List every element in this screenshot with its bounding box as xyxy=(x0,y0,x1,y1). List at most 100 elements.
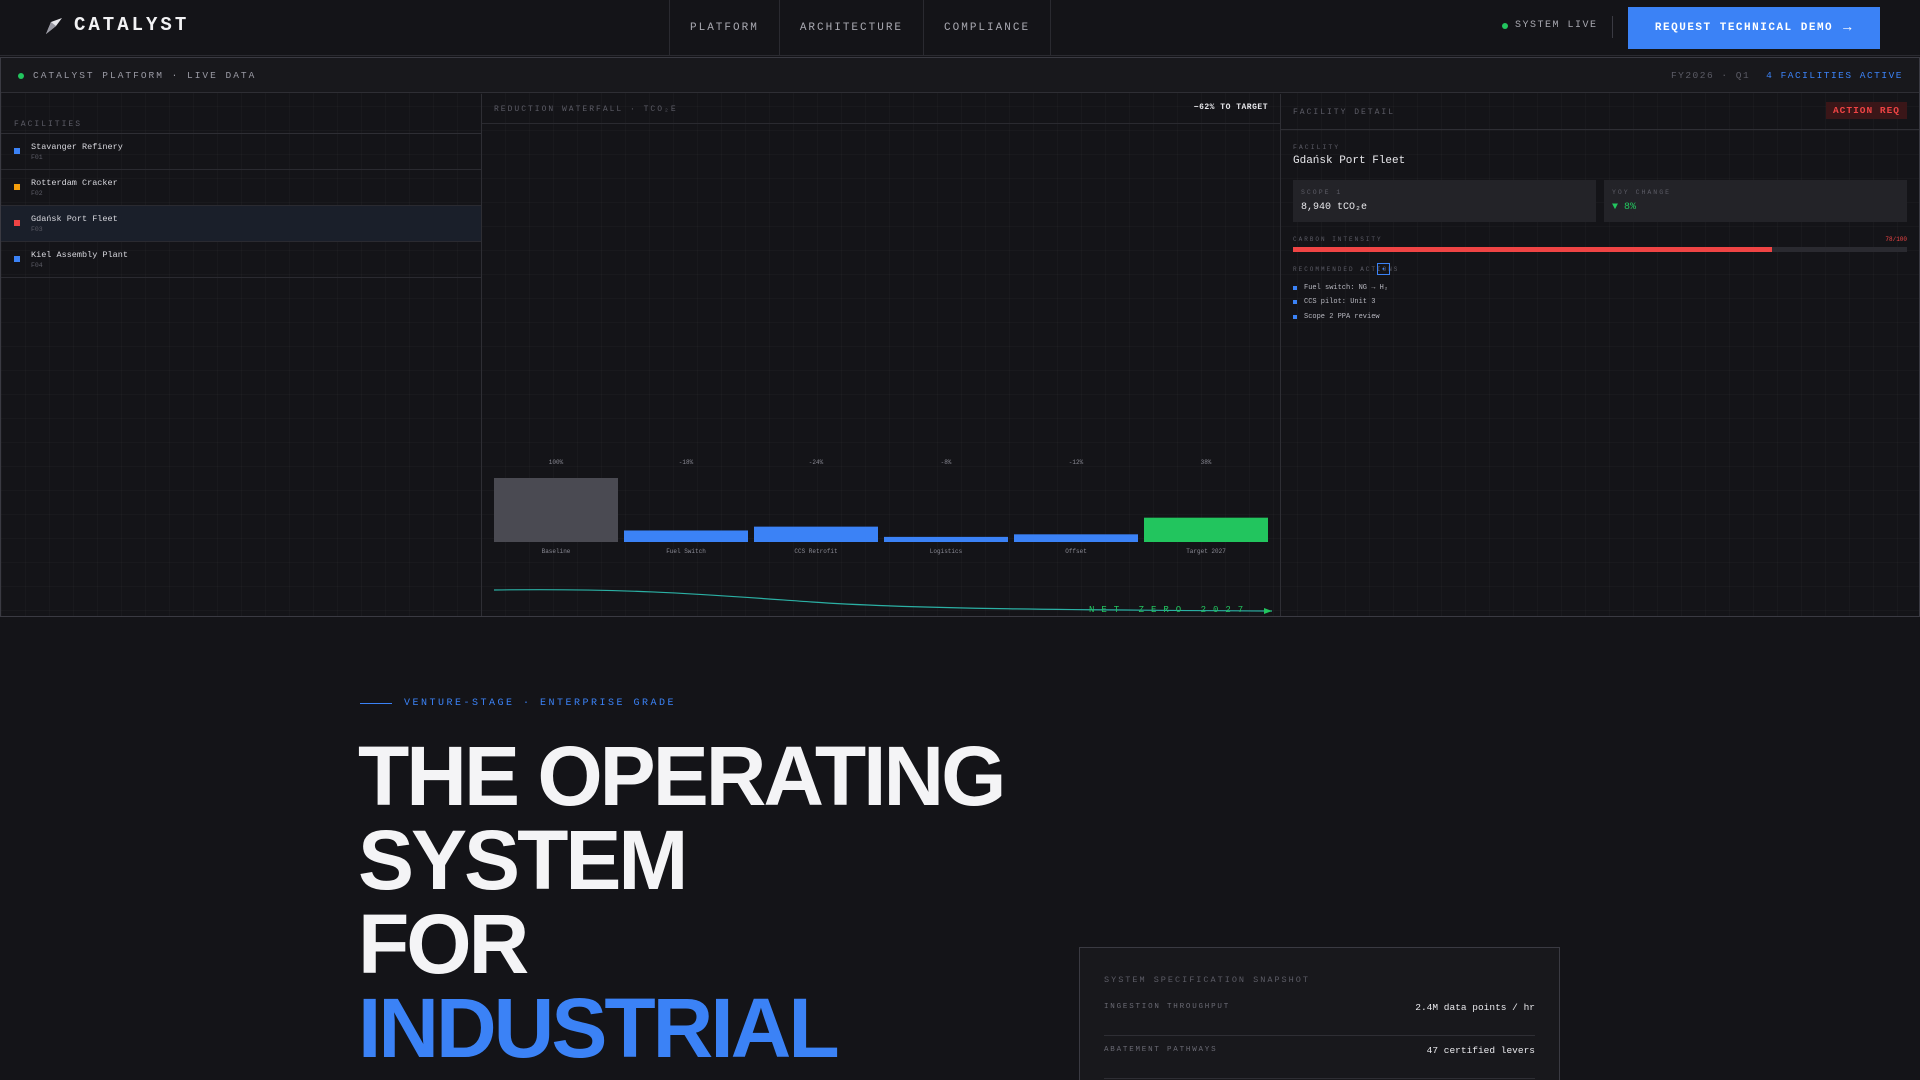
bar-value-label: -24% xyxy=(809,459,824,466)
carbon-intensity-fill xyxy=(1293,247,1772,252)
carbon-intensity-value: 78/100 xyxy=(1885,236,1907,243)
action-item-text: Scope 2 PPA review xyxy=(1304,313,1380,321)
facility-name: Rotterdam Cracker xyxy=(31,178,118,188)
main-nav: PLATFORM ARCHITECTURE COMPLIANCE xyxy=(669,0,1052,55)
target-tag: −62% TO TARGET xyxy=(1193,103,1268,112)
arrow-right-icon: → xyxy=(1843,20,1854,36)
catalyst-logo-icon xyxy=(46,18,62,34)
facility-detail-panel: FACILITY DETAIL ACTION REQ FACILITY Gdań… xyxy=(1281,94,1919,616)
waterfall-header: REDUCTION WATERFALL · TCO₂E −62% TO TARG… xyxy=(482,94,1280,124)
facility-field-label: FACILITY xyxy=(1293,144,1341,151)
facilities-header: FACILITIES xyxy=(1,94,481,134)
request-demo-label: REQUEST TECHNICAL DEMO xyxy=(1654,22,1834,34)
eyebrow-text: VENTURE-STAGE · ENTERPRISE GRADE xyxy=(404,698,677,709)
waterfall-bar[interactable] xyxy=(884,536,1008,542)
scope-1-label: SCOPE 1 xyxy=(1301,189,1343,196)
waterfall-bar[interactable] xyxy=(624,530,748,542)
brand[interactable]: CATALYST xyxy=(42,14,189,36)
waterfall-panel: REDUCTION WATERFALL · TCO₂E −62% TO TARG… xyxy=(482,94,1281,616)
facility-name: Kiel Assembly Plant xyxy=(31,250,128,260)
facility-code: F02 xyxy=(31,190,43,197)
bullet-icon xyxy=(1293,315,1297,319)
action-item[interactable]: CCS pilot: Unit 3 xyxy=(1293,298,1375,306)
facility-color-marker xyxy=(14,256,20,262)
facilities-label: FACILITIES xyxy=(14,120,83,129)
facility-code: F03 xyxy=(31,226,43,233)
brand-name: CATALYST xyxy=(74,14,190,36)
spec-card-title: SYSTEM SPECIFICATION SNAPSHOT xyxy=(1104,975,1310,985)
dashboard-title-text: CATALYST PLATFORM · LIVE DATA xyxy=(33,70,257,81)
spec-value: 47 certified levers xyxy=(1426,1045,1535,1056)
yoy-change-value: ▼ 8% xyxy=(1612,202,1637,213)
waterfall-bar[interactable] xyxy=(1014,534,1138,542)
action-item[interactable]: Fuel switch: NG → H₂ xyxy=(1293,284,1388,292)
facilities-panel: FACILITIES Stavanger Refinery F01 Rotter… xyxy=(1,94,482,616)
bar-value-label: 38% xyxy=(1201,459,1212,466)
bar-category-label: Target 2027 xyxy=(1186,548,1226,555)
hero-eyebrow: VENTURE-STAGE · ENTERPRISE GRADE xyxy=(360,698,676,709)
carbon-intensity-label: CARBON INTENSITY xyxy=(1293,236,1383,243)
bar-category-label: Logistics xyxy=(930,548,963,555)
waterfall-bar[interactable] xyxy=(754,526,878,542)
scope-1-stat: SCOPE 1 8,940 tCO₂e xyxy=(1293,180,1596,222)
scope-1-value: 8,940 tCO₂e xyxy=(1301,202,1368,213)
selected-facility-name: Gdańsk Port Fleet xyxy=(1293,155,1406,167)
facility-row[interactable]: Kiel Assembly Plant F04 xyxy=(1,242,481,278)
spec-row: INGESTION THROUGHPUT 2.4M data points / … xyxy=(1104,993,1535,1036)
nav-link-platform[interactable]: PLATFORM xyxy=(669,0,779,55)
dashboard-header: CATALYST PLATFORM · LIVE DATA FY2026 · Q… xyxy=(1,58,1919,93)
spec-row: ABATEMENT PATHWAYS 47 certified levers xyxy=(1104,1036,1535,1079)
facility-row[interactable]: Rotterdam Cracker F02 xyxy=(1,170,481,206)
action-item-text: CCS pilot: Unit 3 xyxy=(1304,298,1376,306)
carbon-intensity-bar xyxy=(1293,247,1907,252)
bar-value-label: -18% xyxy=(679,459,694,466)
headline-line-2: SYSTEM xyxy=(358,813,688,907)
expand-icon[interactable]: ▪ xyxy=(1377,263,1390,275)
bar-category-label: Fuel Switch xyxy=(666,548,706,555)
facility-color-marker xyxy=(14,148,20,154)
fiscal-period: FY2026 · Q1 xyxy=(1670,70,1751,81)
active-facilities-count: 4 FACILITIES ACTIVE xyxy=(1766,70,1903,81)
spec-key: ABATEMENT PATHWAYS xyxy=(1104,1046,1218,1054)
nav-link-architecture[interactable]: ARCHITECTURE xyxy=(778,0,923,55)
spec-snapshot-card: SYSTEM SPECIFICATION SNAPSHOT INGESTION … xyxy=(1079,947,1560,1080)
bullet-icon xyxy=(1293,286,1297,290)
facility-name: Gdańsk Port Fleet xyxy=(31,214,118,224)
waterfall-bar[interactable] xyxy=(1144,517,1268,542)
live-dot-icon xyxy=(1502,22,1508,29)
trajectory-arrow-icon xyxy=(1264,608,1272,614)
bar-value-label: 100% xyxy=(549,459,564,466)
headline-line-1: THE OPERATING xyxy=(358,729,1006,823)
waterfall-bar[interactable] xyxy=(494,478,618,542)
yoy-change-label: YOY CHANGE xyxy=(1612,189,1672,196)
yoy-change-stat: YOY CHANGE ▼ 8% xyxy=(1604,180,1907,222)
waterfall-label: REDUCTION WATERFALL · TCO₂E xyxy=(494,105,678,114)
system-status: SYSTEM LIVE xyxy=(1502,20,1598,31)
action-required-badge[interactable]: ACTION REQ xyxy=(1825,102,1907,119)
dashboard-meta: FY2026 · Q1 4 FACILITIES ACTIVE xyxy=(1671,70,1903,81)
request-demo-button[interactable]: REQUEST TECHNICAL DEMO → xyxy=(1628,7,1880,49)
waterfall-chart: 100% Baseline -18% Fuel Switch -24% CCS Retro… xyxy=(493,459,1273,615)
nav-divider xyxy=(1612,16,1613,38)
bar-category-label: Baseline xyxy=(542,548,571,555)
action-item[interactable]: Scope 2 PPA review xyxy=(1293,313,1380,321)
system-status-label: SYSTEM LIVE xyxy=(1515,20,1598,31)
dashboard-title: CATALYST PLATFORM · LIVE DATA xyxy=(18,70,256,81)
nav-link-compliance[interactable]: COMPLIANCE xyxy=(923,0,1052,55)
facility-detail-label: FACILITY DETAIL xyxy=(1293,108,1396,117)
top-nav: CATALYST PLATFORM ARCHITECTURE COMPLIANC… xyxy=(0,0,1920,56)
spec-key: INGESTION THROUGHPUT xyxy=(1104,1003,1231,1011)
facility-row[interactable]: Stavanger Refinery F01 xyxy=(1,134,481,170)
facility-code: F04 xyxy=(31,262,43,269)
net-zero-label: NET ZERO 2027 xyxy=(1089,605,1250,615)
facility-detail-header: FACILITY DETAIL ACTION REQ xyxy=(1281,94,1919,130)
facility-row-selected[interactable]: Gdańsk Port Fleet F03 xyxy=(1,206,481,242)
facility-color-marker xyxy=(14,184,20,190)
facility-code: F01 xyxy=(31,154,43,161)
bar-value-label: -12% xyxy=(1069,459,1084,466)
bar-category-label: Offset xyxy=(1065,548,1087,555)
headline-line-4: INDUSTRIAL xyxy=(358,981,840,1075)
eyebrow-rule xyxy=(360,703,392,704)
action-item-text: Fuel switch: NG → H₂ xyxy=(1304,284,1389,292)
facility-color-marker xyxy=(14,220,20,226)
